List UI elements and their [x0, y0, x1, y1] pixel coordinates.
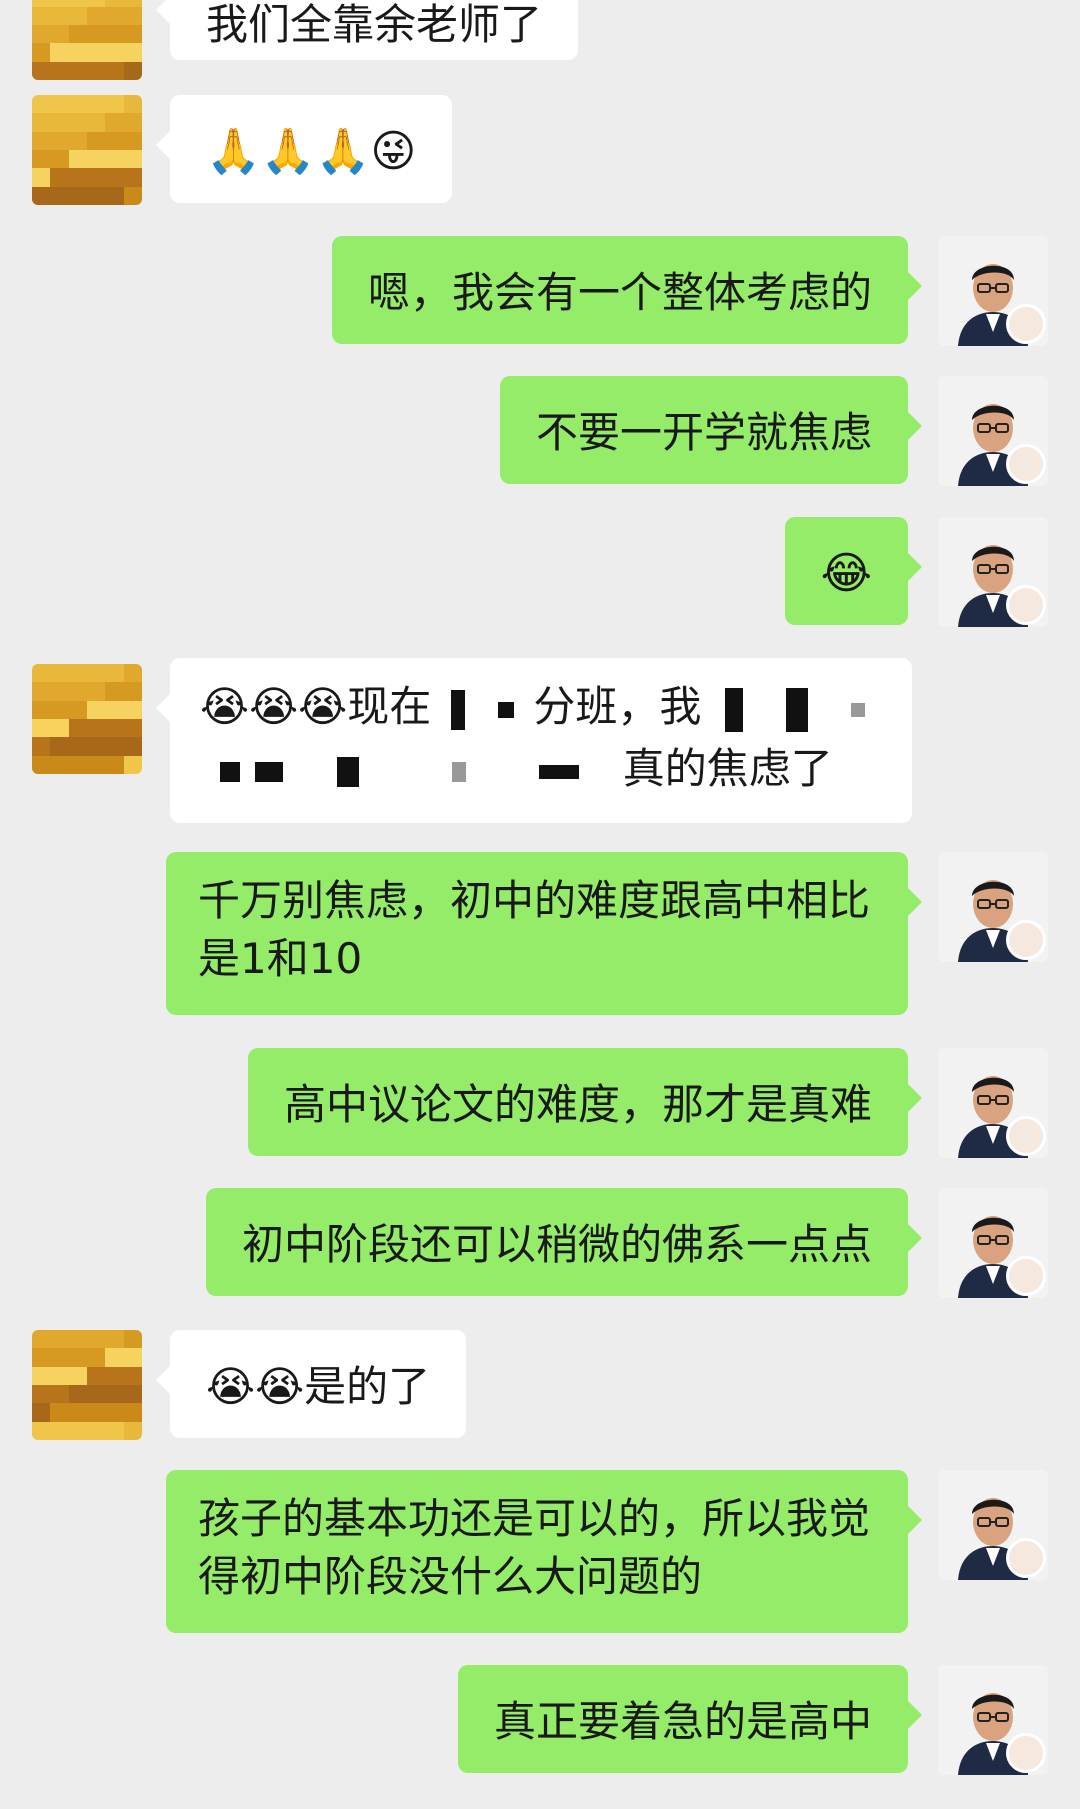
message-bubble-outgoing[interactable]: 孩子的基本功还是可以的，所以我觉得初中阶段没什么大问题的 — [166, 1470, 922, 1633]
self-avatar[interactable] — [938, 517, 1048, 627]
self-avatar[interactable] — [938, 1188, 1048, 1298]
message-bubble-incoming[interactable]: 我们全靠余老师了 — [155, 0, 579, 60]
contact-avatar[interactable] — [32, 0, 142, 80]
badge-icon — [1006, 1256, 1046, 1296]
redaction-mask — [539, 764, 580, 779]
redaction-mask — [724, 687, 743, 732]
pixelated-avatar-icon — [32, 664, 142, 774]
badge-icon — [1006, 444, 1046, 484]
redaction-mask — [450, 689, 465, 730]
message-text: 初中阶段还可以稍微的佛系一点点 — [241, 1220, 872, 1269]
redaction-mask — [452, 761, 467, 782]
message-text: 不要一开学就焦虑 — [535, 408, 872, 457]
message-text: 😂 — [820, 548, 872, 599]
redaction-mask — [851, 702, 866, 717]
pixelated-avatar-icon — [32, 0, 142, 80]
contact-avatar[interactable] — [32, 95, 142, 205]
badge-icon — [1006, 1538, 1046, 1578]
message-bubble-outgoing[interactable]: 嗯，我会有一个整体考虑的 — [331, 236, 923, 344]
message-bubble-incoming[interactable]: 😭😭是的了 — [155, 1330, 467, 1438]
self-avatar[interactable] — [938, 852, 1048, 962]
message-bubble-outgoing[interactable]: 不要一开学就焦虑 — [499, 376, 923, 484]
badge-icon — [1006, 585, 1046, 625]
message-bubble-incoming[interactable]: 🙏🙏🙏😜 — [155, 95, 453, 203]
message-text: 孩子的基本功还是可以的，所以我觉得初中阶段没什么大问题的 — [198, 1494, 871, 1601]
message-bubble-outgoing[interactable]: 真正要着急的是高中 — [457, 1665, 923, 1773]
contact-avatar[interactable] — [32, 1330, 142, 1440]
self-avatar[interactable] — [938, 1470, 1048, 1580]
message-text: 嗯，我会有一个整体考虑的 — [367, 268, 872, 317]
message-text: 分班，我 — [533, 682, 702, 731]
message-text: 真正要着急的是高中 — [493, 1697, 872, 1746]
redaction-mask — [255, 761, 284, 782]
message-text: 😭😭😭现在 — [200, 682, 432, 731]
redaction-mask — [336, 756, 359, 787]
badge-icon — [1006, 1116, 1046, 1156]
message-text: 高中议论文的难度，那才是真难 — [283, 1080, 872, 1129]
message-bubble-outgoing[interactable]: 千万别焦虑，初中的难度跟高中相比是1和10 — [166, 852, 922, 1015]
self-avatar[interactable] — [938, 236, 1048, 346]
redaction-mask — [220, 761, 240, 782]
self-avatar[interactable] — [938, 1048, 1048, 1158]
message-text: 千万别焦虑，初中的难度跟高中相比是1和10 — [198, 876, 871, 983]
message-bubble-incoming[interactable]: 😭😭😭现在 分班，我 真的焦虑了 — [156, 658, 912, 823]
self-avatar[interactable] — [938, 376, 1048, 486]
redaction-mask — [497, 701, 514, 718]
badge-icon — [1006, 1733, 1046, 1773]
message-bubble-outgoing[interactable]: 高中议论文的难度，那才是真难 — [247, 1048, 923, 1156]
message-bubble-outgoing[interactable]: 初中阶段还可以稍微的佛系一点点 — [205, 1188, 923, 1296]
message-text: 真的焦虑了 — [622, 744, 833, 793]
badge-icon — [1006, 920, 1046, 960]
pixelated-avatar-icon — [32, 95, 142, 205]
message-text: 😭😭是的了 — [206, 1362, 431, 1411]
pixelated-avatar-icon — [32, 1330, 142, 1440]
message-text: 我们全靠余老师了 — [206, 0, 543, 49]
contact-avatar[interactable] — [32, 664, 142, 774]
self-avatar[interactable] — [938, 1665, 1048, 1775]
redaction-mask — [786, 687, 809, 732]
message-bubble-outgoing[interactable]: 😂 — [784, 517, 923, 625]
message-text: 🙏🙏🙏😜 — [206, 126, 417, 177]
badge-icon — [1006, 304, 1046, 344]
